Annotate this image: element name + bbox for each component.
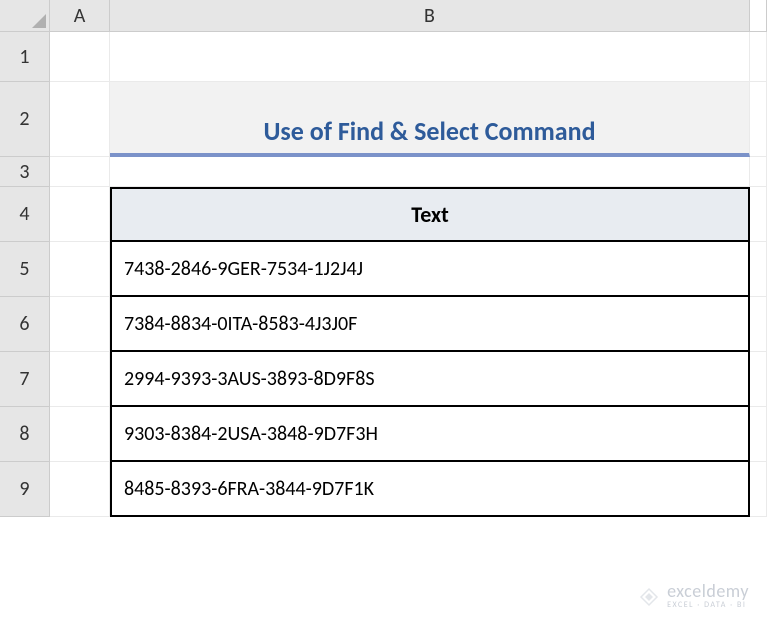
cell-a4[interactable] xyxy=(50,187,110,242)
row-header-8[interactable]: 8 xyxy=(0,407,50,462)
sheet-title: Use of Find & Select Command xyxy=(263,115,595,147)
title-cell[interactable]: Use of Find & Select Command xyxy=(110,82,750,157)
row-header-1[interactable]: 1 xyxy=(0,32,50,82)
table-row[interactable]: 7438-2846-9GER-7534-1J2J4J xyxy=(110,242,750,297)
row-header-9[interactable]: 9 xyxy=(0,462,50,517)
cell-a5[interactable] xyxy=(50,242,110,297)
table-row[interactable]: 8485-8393-6FRA-3844-9D7F1K xyxy=(110,462,750,517)
column-header-edge xyxy=(750,0,767,32)
row-header-4[interactable]: 4 xyxy=(0,187,50,242)
table-row[interactable]: 9303-8384-2USA-3848-9D7F3H xyxy=(110,407,750,462)
watermark-tagline: EXCEL · DATA · BI xyxy=(667,600,749,610)
row-header-2[interactable]: 2 xyxy=(0,82,50,157)
table-row[interactable]: 7384-8834-0ITA-8583-4J3J0F xyxy=(110,297,750,352)
column-header-b[interactable]: B xyxy=(110,0,750,32)
table-header[interactable]: Text xyxy=(110,187,750,242)
row-header-7[interactable]: 7 xyxy=(0,352,50,407)
watermark: exceldemy EXCEL · DATA · BI xyxy=(637,580,749,610)
row-header-6[interactable]: 6 xyxy=(0,297,50,352)
row-header-5[interactable]: 5 xyxy=(0,242,50,297)
cell-a2[interactable] xyxy=(50,82,110,157)
cell-a7[interactable] xyxy=(50,352,110,407)
cell-a1[interactable] xyxy=(50,32,110,82)
table-row[interactable]: 2994-9393-3AUS-3893-8D9F8S xyxy=(110,352,750,407)
cell-b3[interactable] xyxy=(110,157,750,187)
logo-icon xyxy=(637,583,661,607)
cell-b1[interactable] xyxy=(110,32,750,82)
column-header-a[interactable]: A xyxy=(50,0,110,32)
cell-a3[interactable] xyxy=(50,157,110,187)
select-all-icon xyxy=(32,14,46,28)
spreadsheet-grid: A B 1 2 Use of Find & Select Command 3 4… xyxy=(0,0,767,517)
row-header-3[interactable]: 3 xyxy=(0,157,50,187)
cell-a6[interactable] xyxy=(50,297,110,352)
cell-a9[interactable] xyxy=(50,462,110,517)
cell-a8[interactable] xyxy=(50,407,110,462)
select-all-corner[interactable] xyxy=(0,0,50,32)
watermark-brand: exceldemy xyxy=(667,580,749,602)
